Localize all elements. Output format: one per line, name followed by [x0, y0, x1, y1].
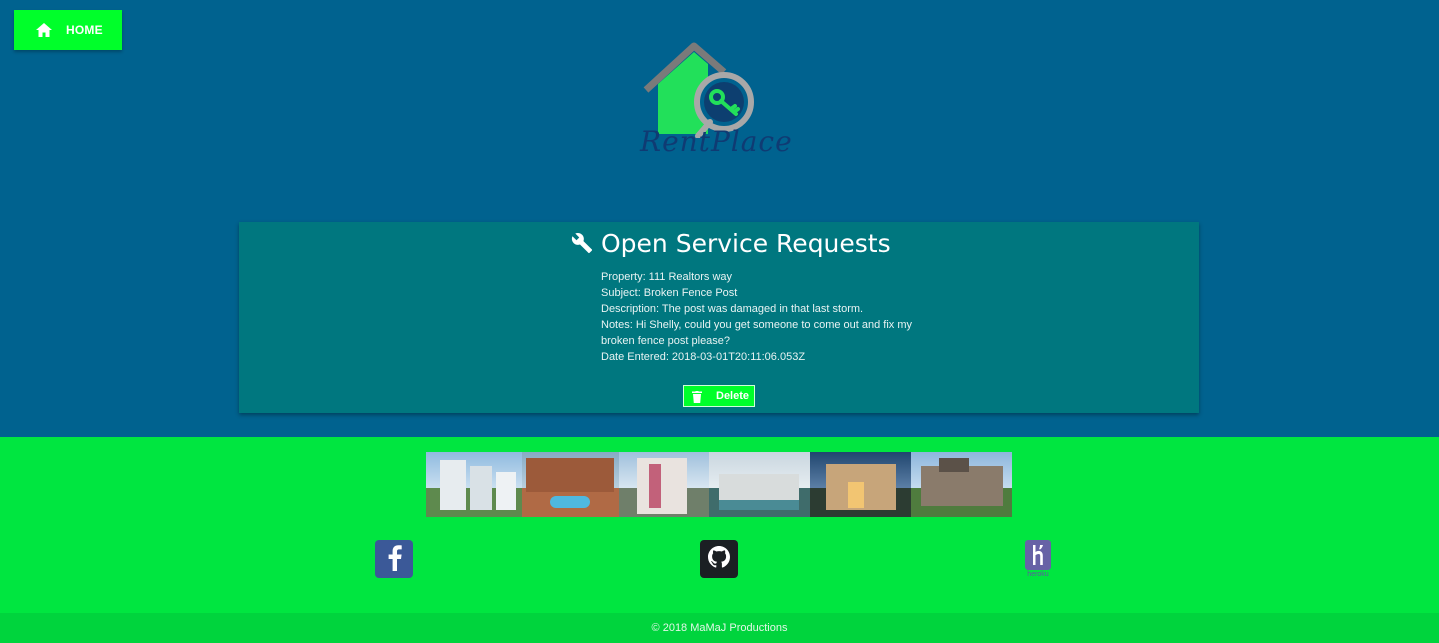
request-notes: Notes: Hi Shelly, could you get someone …: [601, 319, 913, 347]
heroku-icon: [1025, 540, 1051, 570]
panel-title: Open Service Requests: [571, 226, 891, 260]
heroku-wordmark: heroku: [1027, 571, 1049, 578]
property-photo: [810, 452, 911, 517]
property-photo: [522, 452, 619, 517]
trash-icon: [692, 391, 702, 403]
request-date-entered: Date Entered: 2018-03-01T20:11:06.053Z: [601, 351, 806, 363]
github-link[interactable]: [700, 540, 738, 578]
rentplace-logo: RentPlace: [636, 42, 812, 160]
heroku-link[interactable]: heroku: [1023, 540, 1053, 580]
property-photo: [911, 452, 1012, 517]
service-request-details: Property: 111 Realtors way Subject: Brok…: [601, 269, 931, 365]
request-description: Description: The post was damaged in tha…: [601, 303, 864, 315]
home-button-label: HOME: [66, 23, 103, 37]
service-requests-panel: Open Service Requests Property: 111 Real…: [239, 222, 1199, 413]
request-property: Property: 111 Realtors way: [601, 271, 733, 283]
facebook-icon: [384, 543, 404, 576]
facebook-link[interactable]: [375, 540, 413, 578]
delete-button[interactable]: Delete: [683, 385, 755, 407]
wrench-icon: [571, 232, 593, 254]
header-section: HOME RentPlace Open Service Requests Pro…: [0, 0, 1439, 437]
copyright-bar: © 2018 MaMaJ Productions: [0, 613, 1439, 643]
copyright-text: © 2018 MaMaJ Productions: [651, 622, 788, 634]
home-button[interactable]: HOME: [14, 10, 122, 50]
footer: heroku: [0, 437, 1439, 613]
github-icon: [707, 545, 731, 574]
panel-title-text: Open Service Requests: [601, 228, 891, 258]
request-subject: Subject: Broken Fence Post: [601, 287, 738, 299]
delete-button-label: Delete: [716, 390, 750, 402]
logo-wordmark: RentPlace: [640, 125, 793, 158]
home-icon: [36, 23, 52, 37]
property-photo: [426, 452, 522, 517]
property-photo: [709, 452, 810, 517]
property-photo: [619, 452, 709, 517]
property-photo-strip: [426, 452, 1012, 517]
